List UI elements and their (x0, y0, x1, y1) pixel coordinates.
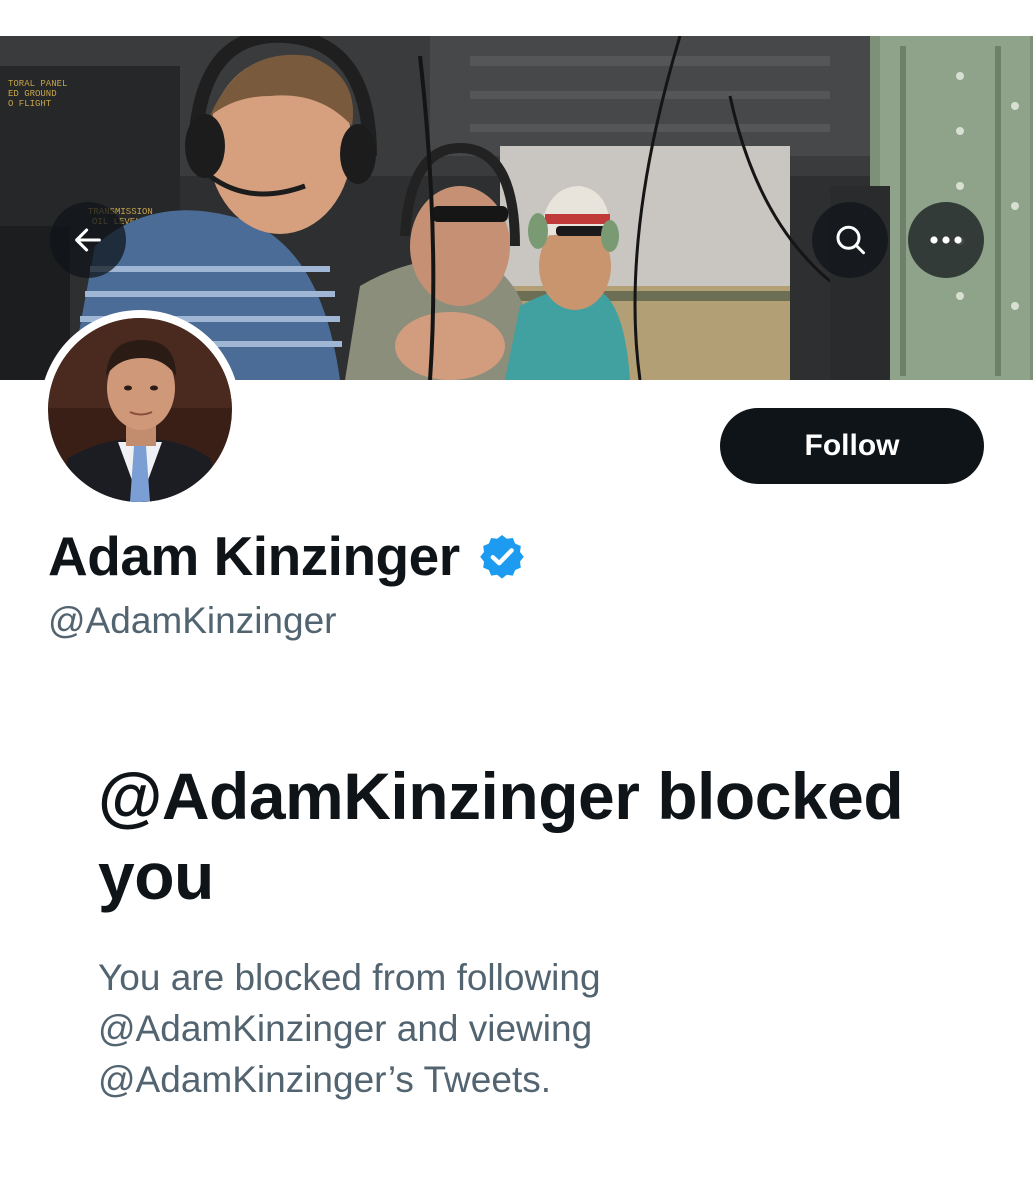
banner-panel-text-3: O FLIGHT (8, 99, 52, 109)
profile-avatar[interactable] (40, 310, 240, 510)
search-button[interactable] (812, 202, 888, 278)
more-horizontal-icon (930, 236, 962, 244)
blocked-title: @AdamKinzinger blocked you (98, 759, 904, 913)
verified-badge-icon (479, 535, 524, 579)
avatar-photo (48, 318, 232, 502)
arrow-left-icon (75, 228, 101, 252)
profile-name-row: Adam Kinzinger (48, 524, 526, 588)
more-options-button[interactable] (908, 202, 984, 278)
follow-button[interactable]: Follow (720, 408, 984, 484)
banner-panel-text-1: TORAL PANEL (8, 79, 67, 89)
back-button[interactable] (50, 202, 126, 278)
profile-handle: @AdamKinzinger (48, 600, 337, 641)
blocked-description: You are blocked from following @AdamKinz… (98, 957, 601, 1100)
profile-display-name: Adam Kinzinger (48, 525, 460, 587)
banner-panel-text-2: ED GROUND (8, 89, 57, 99)
search-icon (836, 225, 865, 255)
